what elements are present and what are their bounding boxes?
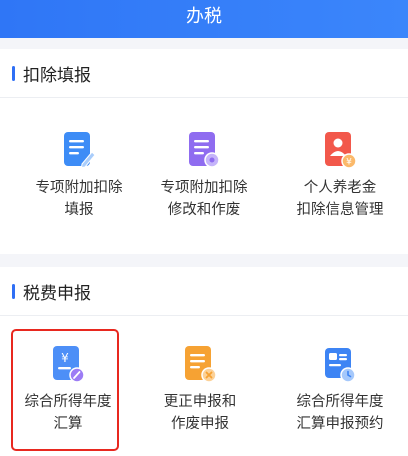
- section-accent-bar: [12, 283, 15, 299]
- svg-text:¥: ¥: [346, 158, 352, 168]
- item-label-line2: 修改和作废: [167, 202, 241, 218]
- item-label-line1: 综合所得年度: [296, 394, 384, 410]
- special-deduction-fill-button[interactable]: 专项附加扣除 填报: [11, 131, 147, 221]
- special-deduction-modify-button[interactable]: 专项附加扣除 修改和作废: [136, 131, 272, 221]
- document-edit-icon: [64, 132, 96, 169]
- document-settings-icon: [189, 132, 220, 168]
- page-title: 办税: [186, 6, 222, 27]
- pension-document-icon: ¥: [325, 132, 357, 169]
- item-label-line1: 专项附加扣除: [35, 180, 123, 196]
- section-divider: [0, 97, 408, 98]
- annual-settlement-appointment-button[interactable]: 综合所得年度 汇算申报预约: [272, 345, 408, 435]
- pension-deduction-button[interactable]: ¥ 个人养老金 扣除信息管理: [272, 131, 408, 221]
- item-label-line1: 专项附加扣除: [160, 180, 248, 196]
- item-label-line2: 填报: [64, 202, 94, 218]
- item-label-line2: 作废申报: [171, 416, 229, 432]
- section-header: 扣除填报: [12, 49, 91, 97]
- section-deduction-filing: 扣除填报 专项附加扣除 填报 专项附加扣除 修改和作废 ¥ 个人养老金 扣除信息…: [0, 49, 408, 254]
- calendar-clock-icon: [325, 348, 356, 383]
- section-accent-bar: [12, 65, 15, 81]
- correct-cancel-declaration-button[interactable]: 更正申报和 作废申报: [132, 345, 268, 435]
- section-divider: [0, 315, 408, 316]
- item-label-line2: 汇算申报预约: [296, 416, 384, 432]
- item-label-line1: 更正申报和: [163, 394, 237, 410]
- highlight-box: [11, 329, 119, 451]
- document-cancel-icon: [185, 346, 217, 383]
- section-title: 税费申报: [23, 283, 91, 304]
- section-title: 扣除填报: [23, 65, 91, 86]
- item-label-line2: 扣除信息管理: [296, 202, 384, 218]
- section-header: 税费申报: [12, 267, 91, 315]
- header-bar: 办税: [0, 0, 408, 38]
- item-label-line1: 个人养老金: [303, 180, 377, 196]
